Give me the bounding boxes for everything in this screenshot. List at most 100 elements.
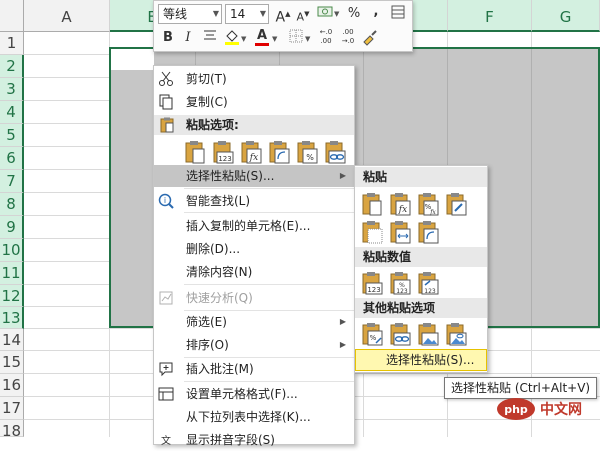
menu-item-label: 选择性粘贴(S)... xyxy=(186,169,275,183)
paste-transpose-icon[interactable] xyxy=(417,219,439,245)
menu-item-copy[interactable]: 复制(C) xyxy=(154,91,354,113)
menu-item-label: 快速分析(Q) xyxy=(186,291,253,305)
paste-keep-column-widths-icon[interactable] xyxy=(389,219,411,245)
paste-link-icon[interactable] xyxy=(389,321,411,347)
paste-formatting-icon[interactable]: % xyxy=(296,139,318,165)
fill-color-button[interactable] xyxy=(222,28,242,48)
font-color-button[interactable]: A xyxy=(252,26,272,46)
submenu-paste-special-item[interactable]: 选择性粘贴(S)... xyxy=(355,349,487,371)
paste-formulas-number-format-icon[interactable]: % fx xyxy=(417,191,439,217)
align-center-icon xyxy=(204,30,216,40)
chevron-down-icon[interactable]: ▼ xyxy=(260,5,266,23)
scissors-icon xyxy=(159,71,173,86)
menu-item-filter[interactable]: 筛选(E) ▶ xyxy=(154,311,354,333)
paste-icon[interactable] xyxy=(184,139,206,165)
menu-item-pick-from-list[interactable]: 从下拉列表中选择(K)... xyxy=(154,406,354,428)
row-header-6[interactable]: 6 xyxy=(0,147,24,170)
decrease-decimal-button[interactable]: .00 →.0 xyxy=(338,28,358,48)
increase-decimal-icon: ←.0.00 xyxy=(319,28,333,45)
menu-item-sort[interactable]: 排序(O) ▶ xyxy=(154,334,354,356)
menu-item-paste-special[interactable]: 选择性粘贴(S)... ▶ xyxy=(154,165,354,187)
row-label: 11 xyxy=(1,264,21,282)
row-header-10[interactable]: 10 xyxy=(0,239,24,262)
format-painter-mini-button[interactable] xyxy=(388,4,408,24)
borders-button[interactable] xyxy=(286,28,306,48)
menu-item-delete[interactable]: 删除(D)... xyxy=(154,238,354,260)
chevron-down-icon[interactable]: ▼ xyxy=(272,35,277,43)
row-header-17[interactable]: 17 xyxy=(0,397,24,420)
menu-item-label: 插入批注(M) xyxy=(186,362,254,376)
menu-item-insert-copied-cells[interactable]: 插入复制的单元格(E)... xyxy=(154,215,354,237)
row-header-9[interactable]: 9 xyxy=(0,216,24,239)
paste-formulas-icon[interactable]: fx xyxy=(240,139,262,165)
menu-item-show-phonetic[interactable]: 文 显示拼音字段(S) xyxy=(154,429,354,451)
paste-values-icon[interactable]: 123 xyxy=(212,139,234,165)
borders-icon xyxy=(289,29,303,43)
row-header-2[interactable]: 2 xyxy=(0,55,24,78)
row-header-18[interactable]: 18 xyxy=(0,420,24,440)
increase-decimal-button[interactable]: ←.0.00 xyxy=(316,28,336,48)
paint-bucket-icon xyxy=(225,30,239,45)
row-label: 16 xyxy=(1,376,22,394)
chevron-down-icon[interactable]: ▼ xyxy=(241,35,246,43)
paste-icon[interactable] xyxy=(361,191,383,217)
chevron-down-icon[interactable]: ▼ xyxy=(213,5,219,23)
paste-values-number-format-icon[interactable]: % 123 xyxy=(389,270,411,296)
paste-transpose-icon[interactable] xyxy=(268,139,290,165)
percent-style-button[interactable]: % xyxy=(344,4,364,24)
bold-button[interactable]: B xyxy=(158,28,178,48)
paste-values-source-formatting-icon[interactable]: 123 xyxy=(417,270,439,296)
row-header-15[interactable]: 15 xyxy=(0,351,24,374)
accounting-format-button[interactable] xyxy=(316,4,336,24)
comma-style-button[interactable]: , xyxy=(366,2,386,22)
svg-text:文: 文 xyxy=(161,434,171,447)
row-header-5[interactable]: 5 xyxy=(0,124,24,147)
copy-icon xyxy=(159,94,173,110)
paste-formulas-icon[interactable]: fx xyxy=(389,191,411,217)
menu-item-label: 插入复制的单元格(E)... xyxy=(186,219,311,233)
row-header-3[interactable]: 3 xyxy=(0,78,24,101)
percent-icon: % xyxy=(347,6,361,21)
font-name-box[interactable]: 等线 ▼ xyxy=(158,4,222,24)
font-size-box[interactable]: 14 ▼ xyxy=(225,4,269,24)
row-header-8[interactable]: 8 xyxy=(0,193,24,216)
menu-item-clear-contents[interactable]: 清除内容(N) xyxy=(154,261,354,283)
decrease-font-size-button[interactable]: A▼ xyxy=(293,4,313,24)
paste-picture-icon[interactable] xyxy=(417,321,439,347)
menu-item-smart-lookup[interactable]: i 智能查找(L) xyxy=(154,190,354,212)
menu-item-cut[interactable]: 剪切(T) xyxy=(154,68,354,90)
increase-font-size-button[interactable]: A▲ xyxy=(273,4,293,26)
paste-values-icon[interactable]: 123 xyxy=(361,270,383,296)
row-header-14[interactable]: 14 xyxy=(0,329,24,351)
row-header-11[interactable]: 11 xyxy=(0,262,24,285)
select-all-corner[interactable] xyxy=(0,0,24,32)
paste-no-borders-icon[interactable] xyxy=(361,219,383,245)
row-header-12[interactable]: 12 xyxy=(0,285,24,307)
row-header-13[interactable]: 13 xyxy=(0,307,24,329)
section-label: 粘贴 xyxy=(363,170,388,184)
menu-item-insert-comment[interactable]: 插入批注(M) xyxy=(154,358,354,380)
section-label: 粘贴选项: xyxy=(186,118,239,132)
paste-link-icon[interactable] xyxy=(324,139,346,165)
row-header-7[interactable]: 7 xyxy=(0,170,24,193)
paste-keep-source-formatting-icon[interactable] xyxy=(445,191,467,217)
chevron-down-icon[interactable]: ▼ xyxy=(334,10,339,18)
chevron-right-icon: ▶ xyxy=(339,317,346,326)
align-center-button[interactable] xyxy=(200,28,220,48)
row-label: 7 xyxy=(6,172,16,190)
col-header-f[interactable]: F xyxy=(448,0,532,32)
active-cell[interactable] xyxy=(111,49,154,70)
clear-format-button[interactable] xyxy=(360,28,380,48)
menu-separator xyxy=(184,212,354,213)
row-header-4[interactable]: 4 xyxy=(0,101,24,124)
col-header-g[interactable]: G xyxy=(532,0,600,32)
chevron-down-icon[interactable]: ▼ xyxy=(305,35,310,43)
menu-item-format-cells[interactable]: 设置单元格格式(F)... xyxy=(154,383,354,405)
row-header-16[interactable]: 16 xyxy=(0,374,24,397)
paste-formatting-icon[interactable]: % xyxy=(361,321,383,347)
paste-linked-picture-icon[interactable] xyxy=(445,321,467,347)
decrease-font-icon: A xyxy=(296,10,305,24)
italic-button[interactable]: I xyxy=(178,28,198,48)
row-header-1[interactable]: 1 xyxy=(0,32,24,55)
col-header-a[interactable]: A xyxy=(24,0,110,32)
